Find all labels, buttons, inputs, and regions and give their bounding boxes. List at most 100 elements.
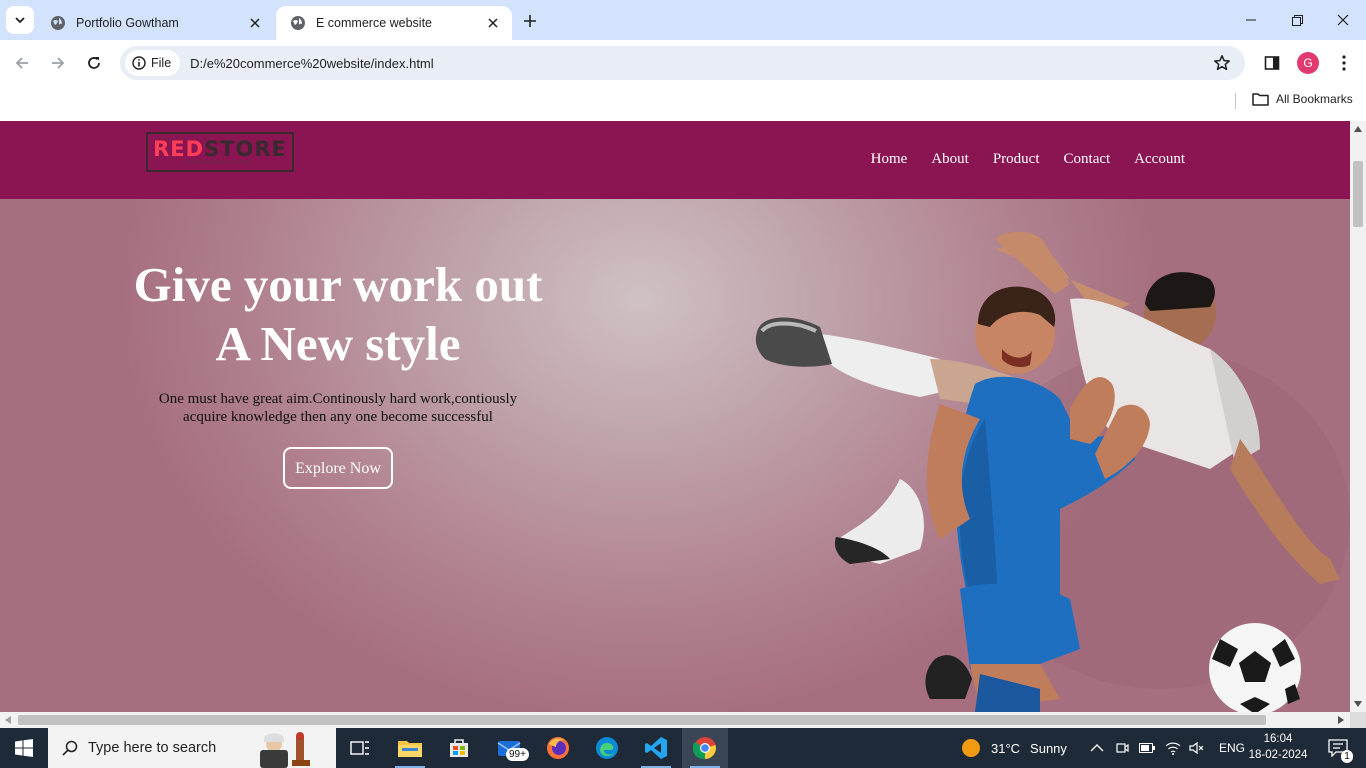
tab-title: Portfolio Gowtham xyxy=(76,16,179,30)
site-info-label: File xyxy=(151,56,172,70)
horizontal-scrollbar[interactable] xyxy=(0,712,1350,728)
search-icon xyxy=(62,740,78,756)
folder-icon xyxy=(398,741,422,757)
all-bookmarks-label: All Bookmarks xyxy=(1276,92,1353,106)
language-indicator[interactable]: ENG xyxy=(1219,741,1245,755)
chrome-icon xyxy=(693,737,716,760)
firefox-app[interactable] xyxy=(535,728,581,768)
browser-toolbar: File D:/e%20commerce%20website/index.htm… xyxy=(0,40,1366,86)
store-icon xyxy=(450,739,468,757)
mail-badge: 99+ xyxy=(506,748,529,761)
close-tab-icon[interactable] xyxy=(484,14,502,32)
scroll-up-arrow-icon[interactable] xyxy=(1354,126,1362,132)
globe-icon xyxy=(291,16,305,30)
clock-date: 18-02-2024 xyxy=(1248,749,1308,761)
clock-time: 16:04 xyxy=(1263,733,1293,745)
arrow-right-icon xyxy=(52,57,65,69)
hero-headline: Give your work out A New style xyxy=(88,255,588,373)
close-icon xyxy=(1337,14,1349,26)
scroll-right-arrow-icon[interactable] xyxy=(1338,716,1344,724)
site-info-chip[interactable]: File xyxy=(125,50,181,76)
site-header: REDSTORE affordable fashion Home About P… xyxy=(0,121,1350,199)
hero-text: Give your work out A New style One must … xyxy=(88,255,588,489)
wifi-icon[interactable] xyxy=(1165,741,1181,755)
side-panel-button[interactable] xyxy=(1261,52,1283,74)
minimize-icon xyxy=(1246,19,1256,21)
browser-menu-button[interactable] xyxy=(1333,52,1355,74)
battery-icon[interactable] xyxy=(1139,743,1155,753)
tab-ecommerce[interactable]: E commerce website xyxy=(276,6,512,40)
logo-tagline: affordable fashion xyxy=(187,159,253,166)
vscode-icon xyxy=(645,737,667,759)
nav-about[interactable]: About xyxy=(931,151,969,168)
meet-now-icon[interactable] xyxy=(1115,741,1129,755)
logo-wordmark: REDSTORE xyxy=(153,136,287,161)
nav-home[interactable]: Home xyxy=(871,151,908,168)
hero-tagline: One must have great aim.Continously hard… xyxy=(158,391,518,425)
new-tab-button[interactable] xyxy=(518,10,542,32)
bookmark-star-icon[interactable] xyxy=(1213,54,1231,72)
nav-product[interactable]: Product xyxy=(993,151,1040,168)
bookmarks-divider xyxy=(1235,93,1236,109)
site-nav: Home About Product Contact Account xyxy=(871,151,1185,168)
address-bar[interactable]: File D:/e%20commerce%20website/index.htm… xyxy=(120,46,1245,80)
system-tray-icons: ENG xyxy=(1090,728,1245,768)
back-button[interactable] xyxy=(8,49,36,77)
nav-contact[interactable]: Contact xyxy=(1064,151,1111,168)
taskbar-clock[interactable]: 16:04 18-02-2024 xyxy=(1246,731,1310,763)
close-tab-icon[interactable] xyxy=(246,14,264,32)
nav-account[interactable]: Account xyxy=(1134,151,1185,168)
url-text[interactable]: D:/e%20commerce%20website/index.html xyxy=(190,56,434,71)
start-button[interactable] xyxy=(0,728,48,768)
search-highlight-illustration xyxy=(260,732,310,768)
info-icon xyxy=(132,56,146,70)
notification-center-button[interactable]: 1 xyxy=(1318,728,1358,768)
restore-button[interactable] xyxy=(1274,0,1320,40)
chevron-down-icon xyxy=(15,17,25,24)
all-bookmarks-button[interactable]: All Bookmarks xyxy=(1252,92,1353,106)
weather-temp: 31°C xyxy=(991,740,1021,756)
minimize-button[interactable] xyxy=(1228,0,1274,40)
scroll-down-arrow-icon[interactable] xyxy=(1354,701,1362,707)
task-view-icon xyxy=(350,741,369,755)
scroll-left-arrow-icon[interactable] xyxy=(5,716,11,724)
edge-app[interactable] xyxy=(584,728,630,768)
weather-condition: Sunny xyxy=(1030,740,1067,756)
reload-icon xyxy=(88,57,100,69)
tab-title: E commerce website xyxy=(316,16,433,30)
horizontal-scroll-thumb[interactable] xyxy=(18,715,1266,725)
task-view-button[interactable] xyxy=(337,728,383,768)
file-explorer-app[interactable] xyxy=(387,728,433,768)
tab-search-button[interactable] xyxy=(6,6,34,34)
forward-button[interactable] xyxy=(44,49,72,77)
sun-icon xyxy=(962,739,980,757)
weather-widget[interactable]: 31°C Sunny xyxy=(962,728,1067,768)
close-window-button[interactable] xyxy=(1320,0,1366,40)
search-placeholder: Type here to search xyxy=(88,740,217,756)
chrome-app[interactable] xyxy=(682,728,728,768)
tab-portfolio[interactable]: Portfolio Gowtham xyxy=(36,6,274,40)
vscode-app[interactable] xyxy=(633,728,679,768)
profile-avatar[interactable]: G xyxy=(1297,52,1319,74)
notification-count: 1 xyxy=(1341,750,1353,763)
chevron-up-icon[interactable] xyxy=(1090,743,1104,753)
taskbar-search-box[interactable]: Type here to search xyxy=(48,728,336,768)
restore-icon xyxy=(1291,14,1303,26)
page-viewport: REDSTORE affordable fashion Home About P… xyxy=(0,121,1350,712)
more-vertical-icon xyxy=(1342,55,1346,71)
folder-icon xyxy=(1252,93,1269,106)
vertical-scrollbar[interactable] xyxy=(1350,121,1366,712)
windows-logo-icon xyxy=(15,739,33,757)
vertical-scroll-thumb[interactable] xyxy=(1353,161,1363,227)
mail-app[interactable]: 99+ xyxy=(486,728,532,768)
reload-button[interactable] xyxy=(80,49,108,77)
site-logo[interactable]: REDSTORE affordable fashion xyxy=(146,132,294,172)
firefox-icon xyxy=(547,737,569,759)
microsoft-store-app[interactable] xyxy=(436,728,482,768)
speaker-muted-icon[interactable] xyxy=(1189,741,1205,755)
hero-football-players-image xyxy=(755,231,1350,712)
windows-taskbar: Type here to search 99+ 31°C Sunny ENG 1… xyxy=(0,728,1366,768)
headline-line-2: A New style xyxy=(215,316,461,371)
scrollbar-corner xyxy=(1350,712,1366,728)
explore-now-button[interactable]: Explore Now xyxy=(283,447,393,489)
